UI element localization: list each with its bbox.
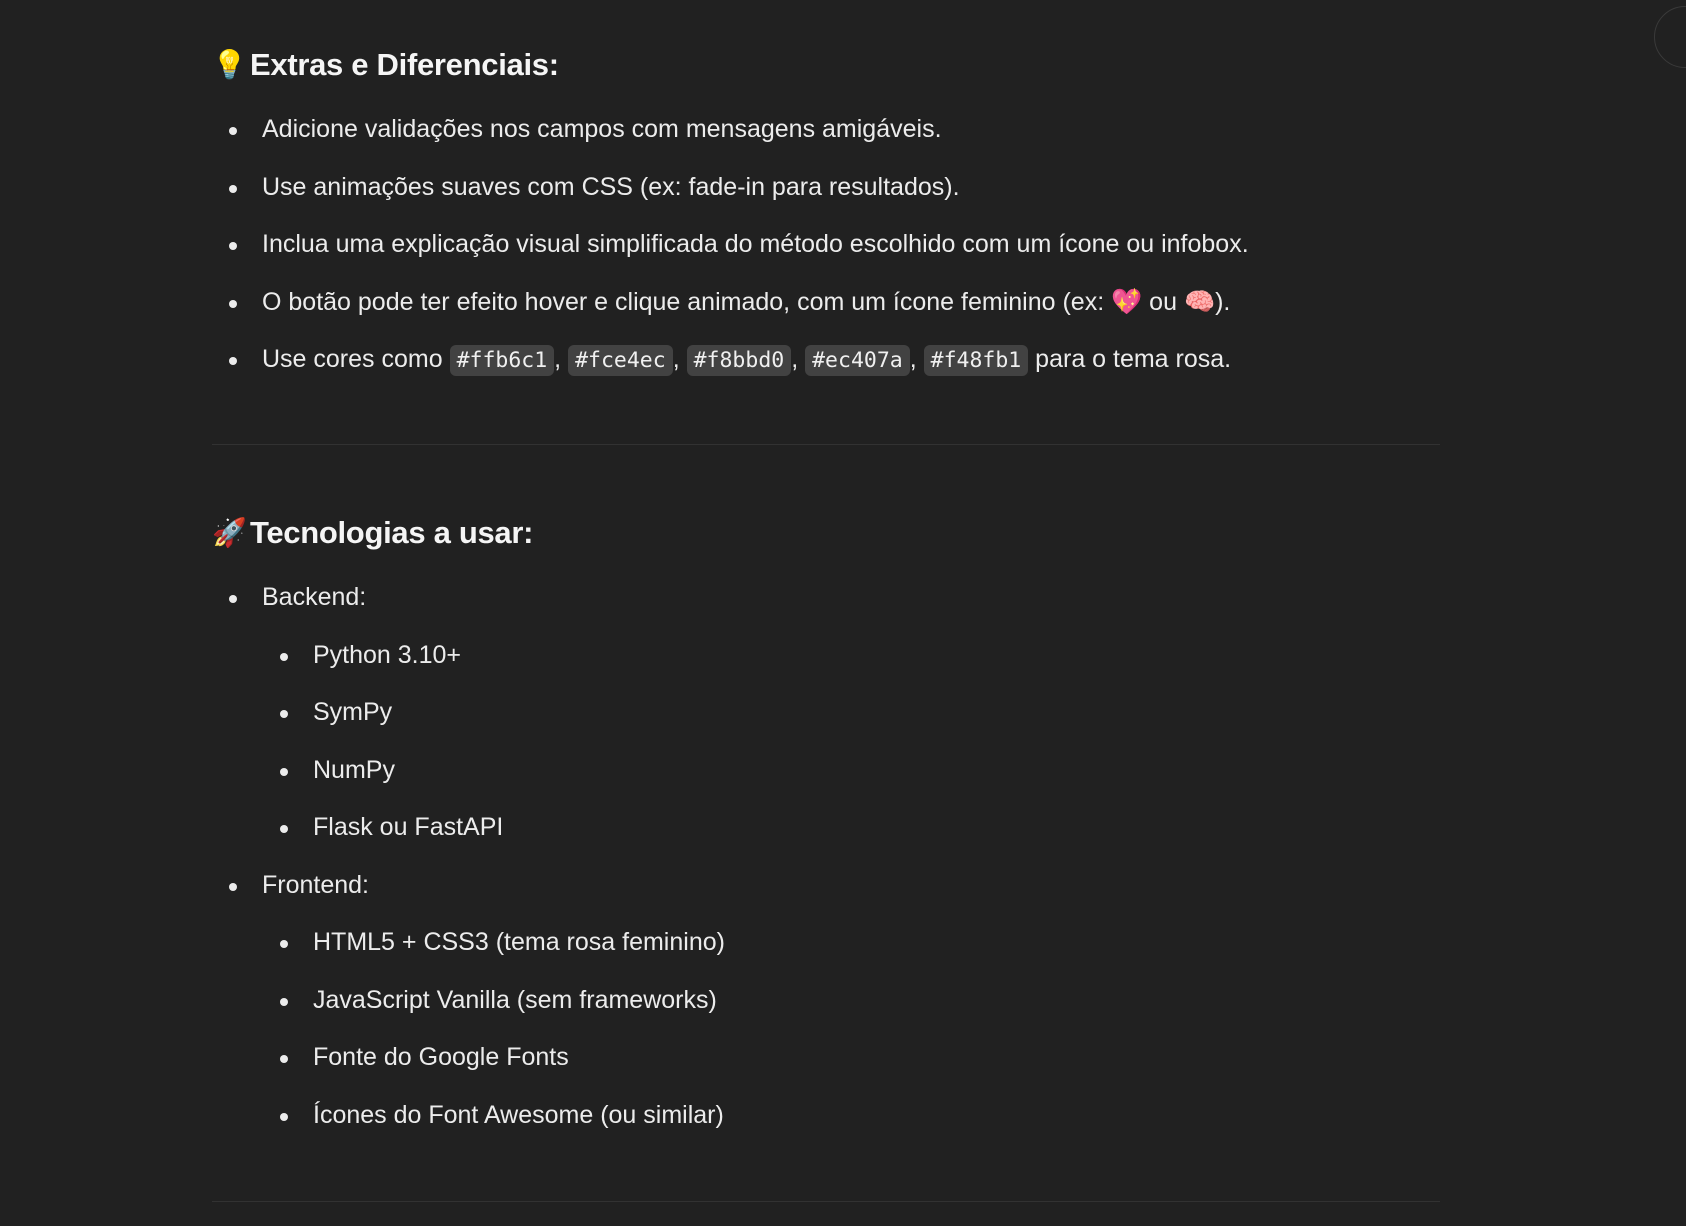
scroll-indicator[interactable]: [1654, 6, 1686, 68]
inline-code: #f8bbd0: [686, 345, 792, 376]
list-item: O botão pode ter efeito hover e clique a…: [212, 284, 1440, 320]
chat-response-page: 💡 Extras e Diferenciais: Adicione valida…: [0, 0, 1686, 1226]
list-item: Inclua uma explicação visual simplificad…: [212, 226, 1440, 262]
list-item: HTML5 + CSS3 (tema rosa feminino): [212, 924, 1440, 960]
extras-heading: 💡 Extras e Diferenciais:: [212, 47, 559, 83]
rocket-icon: 🚀: [212, 517, 247, 548]
list-item: Use animações suaves com CSS (ex: fade-i…: [212, 169, 1440, 205]
list-item: Ícones do Font Awesome (ou similar): [212, 1097, 1440, 1133]
list-item: SymPy: [212, 694, 1440, 730]
section-divider: [212, 444, 1440, 445]
list-item-colors: Use cores como #ffb6c1, #fce4ec, #f8bbd0…: [212, 341, 1440, 377]
list-item: Python 3.10+: [212, 637, 1440, 673]
inline-code: #ffb6c1: [449, 345, 555, 376]
list-item: Flask ou FastAPI: [212, 809, 1440, 845]
tech-title: Tecnologias a usar:: [250, 515, 534, 550]
inline-code: #ec407a: [805, 345, 910, 376]
inline-code: #f48fb1: [923, 345, 1029, 376]
section-divider: [212, 1201, 1440, 1202]
list-item-backend: Backend:: [212, 579, 1440, 615]
brain-icon: 🧠: [1183, 287, 1216, 316]
tech-list: Backend: Python 3.10+ SymPy NumPy Flask …: [212, 558, 1440, 1133]
list-item: Fonte do Google Fonts: [212, 1039, 1440, 1075]
extras-title: Extras e Diferenciais:: [250, 47, 559, 82]
inline-code: #fce4ec: [568, 345, 673, 376]
list-item: Adicione validações nos campos com mensa…: [212, 111, 1440, 147]
list-item: JavaScript Vanilla (sem frameworks): [212, 982, 1440, 1018]
list-item: NumPy: [212, 752, 1440, 788]
extras-list: Adicione validações nos campos com mensa…: [212, 90, 1440, 378]
tech-heading: 🚀 Tecnologias a usar:: [212, 515, 533, 551]
list-item-frontend: Frontend:: [212, 867, 1440, 903]
sparkling-heart-icon: 💖: [1111, 287, 1143, 316]
lightbulb-icon: 💡: [212, 49, 247, 80]
